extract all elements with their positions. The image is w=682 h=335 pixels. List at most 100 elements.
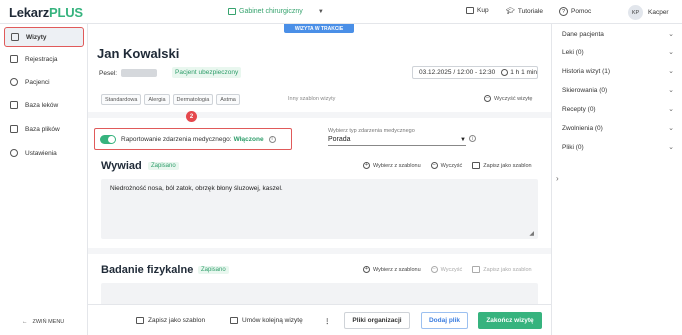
sidebar-item-file-db[interactable]: Baza plików xyxy=(4,119,84,139)
sidebar-item-visits[interactable]: Wizyty xyxy=(4,27,84,47)
save-template-button[interactable]: Zapisz jako szablon xyxy=(472,162,532,169)
username[interactable]: Kacper xyxy=(648,9,669,16)
other-template-link[interactable]: Inny szablon wizyty xyxy=(288,96,335,102)
sidebar-item-registration[interactable]: Rejestracja xyxy=(4,49,84,69)
panel-visit-history[interactable]: Historia wizyt (1) ⌄ xyxy=(562,62,674,80)
pill-icon xyxy=(10,101,18,109)
save-template-button[interactable]: Zapisz jako szablon xyxy=(472,266,532,273)
plus-circle-icon: + xyxy=(363,161,370,169)
schedule-next-visit-button[interactable]: Umów kolejną wizytę xyxy=(230,317,303,324)
choose-template-button[interactable]: + Wybierz z szablonu xyxy=(363,162,421,169)
template-tag[interactable]: Astma xyxy=(216,94,240,105)
resize-handle-icon: ◢ xyxy=(529,231,534,237)
minus-circle-icon: − xyxy=(430,161,438,169)
chevron-down-icon: ⌄ xyxy=(668,125,674,132)
template-tag[interactable]: Dermatologia xyxy=(172,94,214,105)
sidebar-item-drug-db[interactable]: Baza leków xyxy=(4,95,84,115)
collapse-menu-button[interactable]: ← ZWIŃ MENU xyxy=(22,319,64,325)
tutorials-link[interactable]: 🎓︎ Tutoriale xyxy=(506,7,543,16)
right-panel: › Dane pacjenta ⌄ Leki (0) ⌄ Historia wizy… xyxy=(551,24,682,335)
cart-icon xyxy=(466,7,474,14)
plus-circle-icon: + xyxy=(363,265,370,273)
reporting-toggle[interactable] xyxy=(100,134,116,144)
reporting-status: Włączone xyxy=(233,135,264,143)
template-tag[interactable]: Alergia xyxy=(144,94,170,105)
org-files-button[interactable]: Pliki organizacji xyxy=(344,312,410,329)
choose-template-button[interactable]: + Wybierz z szablonu xyxy=(363,266,421,273)
calendar-icon xyxy=(230,317,238,324)
user-icon xyxy=(10,78,18,86)
info-icon[interactable]: i xyxy=(268,135,276,143)
pesel-value-blurred xyxy=(121,69,158,77)
finish-visit-button[interactable]: Zakończ wizytę xyxy=(478,312,542,329)
template-tags: Standardowa Alergia Dermatologia Astma xyxy=(101,94,240,105)
arrow-left-icon: ← xyxy=(22,319,28,325)
top-bar: LekarzPLUS Gabinet chirurgiczny ▼ Kup 🎓︎… xyxy=(0,0,682,24)
file-icon xyxy=(10,125,18,133)
pesel: Pesel: xyxy=(99,69,158,77)
sidebar-item-settings[interactable]: Ustawienia xyxy=(4,143,84,163)
clear-button[interactable]: − Wyczyść xyxy=(430,265,462,273)
save-as-template-button[interactable]: Zapisz jako szablon xyxy=(136,317,205,324)
exam-actions: + Wybierz z szablonu − Wyczyść Zapisz jako… xyxy=(363,266,532,273)
graduation-cap-icon: 🎓︎ xyxy=(506,8,515,15)
panel-referrals[interactable]: Skierowania (0) ⌄ xyxy=(562,81,674,99)
chevron-down-icon: ⌄ xyxy=(668,31,674,38)
insured-badge: Pacjent ubezpieczony xyxy=(172,67,242,78)
annotation-badge-2: 2 xyxy=(186,111,197,122)
calendar-icon xyxy=(10,55,18,63)
interview-textarea[interactable]: Niedrożność nosa, ból zatok, obrzęk błon… xyxy=(101,179,538,239)
save-icon xyxy=(472,162,481,169)
visit-main: WIZYTA W TRAKCIE Jan Kowalski Pesel: Pac… xyxy=(88,24,551,335)
divider xyxy=(88,248,551,254)
chevron-down-icon: ▼ xyxy=(317,8,324,15)
visit-status-tag: WIZYTA W TRAKCIE xyxy=(284,24,354,33)
saved-badge: Zapisano xyxy=(148,162,179,170)
avatar[interactable]: KP xyxy=(628,5,643,20)
sidebar: Wizyty Rejestracja Pacjenci Baza leków B… xyxy=(0,24,88,335)
panel-prescriptions[interactable]: Recepty (0) ⌄ xyxy=(562,100,674,118)
chevron-down-icon: ⌄ xyxy=(668,106,674,113)
clear-button[interactable]: − Wyczyść xyxy=(430,161,462,169)
interview-actions: + Wybierz z szablonu − Wyczyść Zapisz jako… xyxy=(363,162,532,169)
more-options-button[interactable]: ⋮ xyxy=(324,317,331,325)
clinic-icon xyxy=(228,8,236,15)
chevron-down-icon: ⌄ xyxy=(668,68,674,75)
sidebar-item-patients[interactable]: Pacjenci xyxy=(4,72,84,92)
event-type-select[interactable]: Porada ▼ xyxy=(328,134,466,146)
visits-icon xyxy=(11,33,19,41)
patient-name: Jan Kowalski xyxy=(97,46,180,61)
chevron-right-icon[interactable]: › xyxy=(556,174,559,183)
minus-circle-icon: − xyxy=(484,94,491,102)
chevron-down-icon: ⌄ xyxy=(668,144,674,151)
app-logo[interactable]: LekarzPLUS xyxy=(9,5,83,20)
chevron-down-icon: ⌄ xyxy=(668,87,674,94)
gear-icon xyxy=(10,149,18,157)
clinic-selector[interactable]: Gabinet chirurgiczny ▼ xyxy=(228,8,324,15)
save-icon xyxy=(136,317,144,324)
panel-sick-leaves[interactable]: Zwolnienia (0) ⌄ xyxy=(562,119,674,137)
save-icon xyxy=(472,266,481,273)
saved-badge: Zapisano xyxy=(198,266,229,274)
visit-footer: Zapisz jako szablon Umów kolejną wizytę … xyxy=(88,304,551,335)
panel-drugs[interactable]: Leki (0) ⌄ xyxy=(562,43,674,61)
exam-title: Badanie fizykalne xyxy=(101,264,194,276)
template-tag[interactable]: Standardowa xyxy=(101,94,142,105)
buy-link[interactable]: Kup xyxy=(466,7,489,14)
clock-icon xyxy=(501,69,509,76)
divider xyxy=(88,112,551,118)
caret-down-icon: ▼ xyxy=(460,136,466,143)
visit-datetime[interactable]: 03.12.2025 / 12:00 - 12:30 1 h 1 min xyxy=(412,66,538,79)
help-icon: ? xyxy=(559,7,568,16)
clinic-label: Gabinet chirurgiczny xyxy=(239,8,303,15)
minus-circle-icon: − xyxy=(430,265,438,273)
add-file-button[interactable]: Dodaj plik xyxy=(421,312,468,329)
chevron-down-icon: ⌄ xyxy=(668,49,674,56)
panel-files[interactable]: Pliki (0) ⌄ xyxy=(562,138,674,156)
medical-event-reporting: Raportowanie zdarzenia medycznego: Włącz… xyxy=(94,128,292,150)
help-link[interactable]: ? Pomoc xyxy=(559,7,591,16)
info-icon[interactable]: i xyxy=(469,135,476,142)
panel-patient-data[interactable]: Dane pacjenta ⌄ xyxy=(562,25,674,43)
interview-title: Wywiad xyxy=(101,160,142,172)
clear-visit-button[interactable]: − Wyczyść wizytę xyxy=(484,95,532,102)
